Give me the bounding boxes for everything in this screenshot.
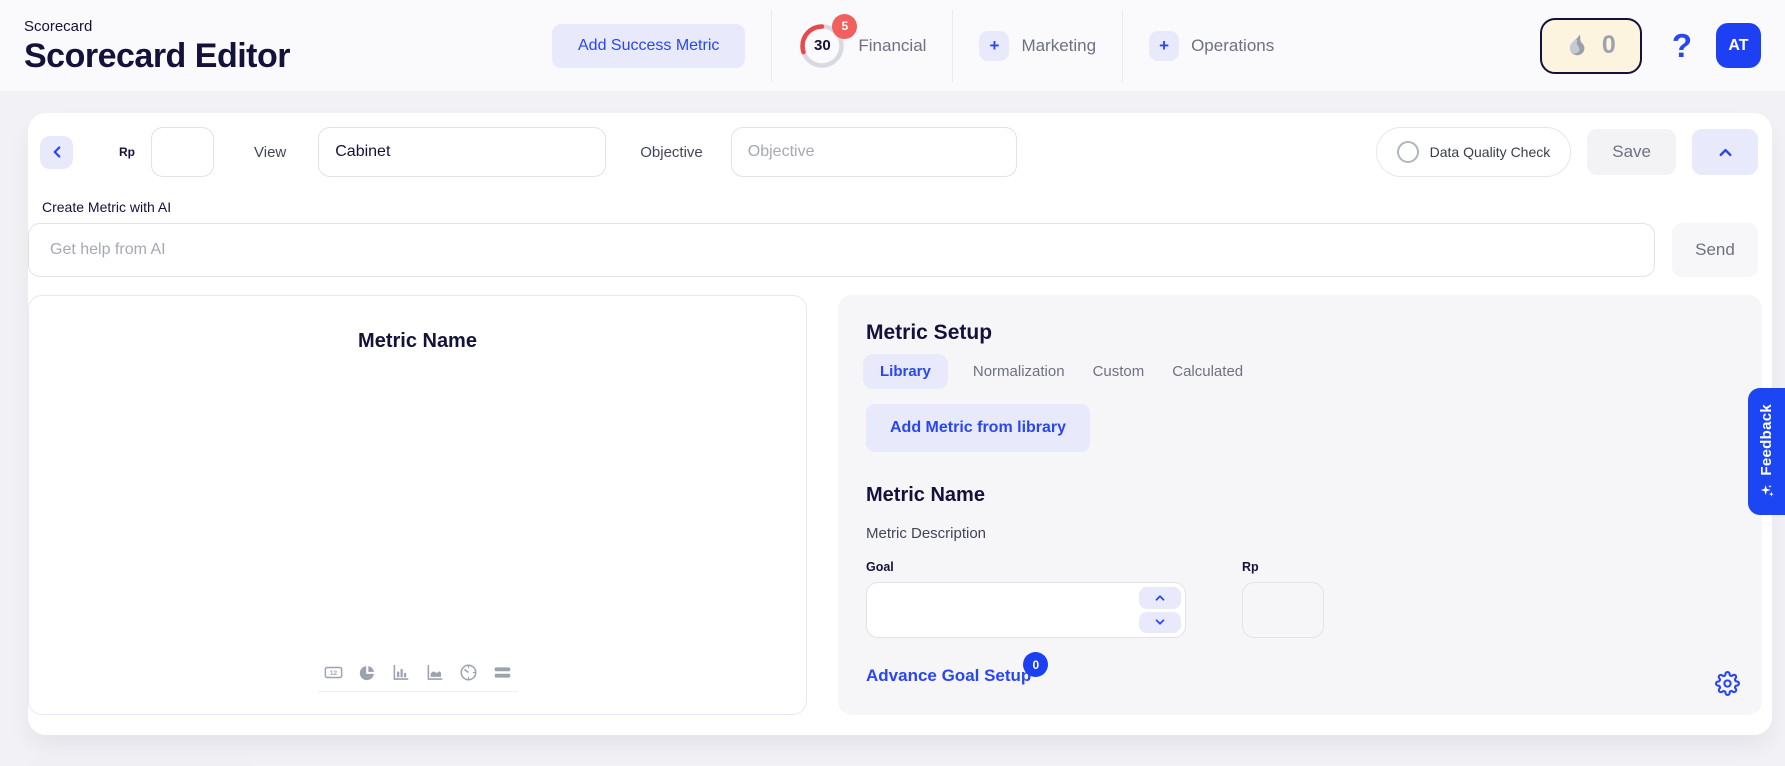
tab-operations-label: Operations	[1191, 36, 1274, 56]
goal-stepper-buttons	[1139, 587, 1181, 633]
content-row: Metric Name 12	[28, 295, 1772, 715]
send-button[interactable]: Send	[1672, 223, 1758, 277]
view-input[interactable]	[318, 127, 606, 177]
sparkles-icon	[1759, 483, 1775, 499]
tab-financial[interactable]: 30 5 Financial	[798, 22, 926, 70]
editor-toolbar: Rp View Objective Data Quality Check Sav…	[28, 113, 1772, 177]
flame-icon	[1566, 32, 1593, 59]
pie-chart-icon[interactable]	[358, 664, 376, 682]
header: Scorecard Scorecard Editor Add Success M…	[0, 0, 1785, 91]
title-block: Scorecard Scorecard Editor	[24, 16, 552, 76]
next-section-card	[28, 757, 254, 766]
goal-increment-button[interactable]	[1139, 587, 1181, 609]
rp-input[interactable]	[151, 127, 214, 177]
help-button[interactable]: ?	[1672, 27, 1692, 65]
metric-preview-title: Metric Name	[29, 330, 806, 353]
tab-custom[interactable]: Custom	[1093, 363, 1145, 380]
advance-goal-setup-label: Advance Goal Setup	[866, 666, 1031, 685]
divider	[771, 10, 772, 82]
tab-operations[interactable]: + Operations	[1149, 31, 1274, 61]
goal-fields-row: Goal	[866, 560, 1734, 638]
gauge-icon[interactable]	[459, 663, 478, 682]
view-label: View	[254, 144, 286, 161]
objective-label: Objective	[640, 144, 703, 161]
stacked-rows-icon[interactable]	[493, 663, 512, 682]
add-marketing-metric-button[interactable]: +	[979, 31, 1009, 61]
rp-label: Rp	[1242, 560, 1324, 574]
tab-financial-label: Financial	[858, 36, 926, 56]
ai-help-input[interactable]	[28, 223, 1655, 277]
metric-name-heading: Metric Name	[866, 484, 1734, 507]
bar-chart-icon[interactable]	[391, 663, 410, 682]
breadcrumb: Scorecard	[24, 18, 552, 35]
metric-preview-card: Metric Name 12	[28, 295, 807, 715]
chevron-up-icon	[1716, 143, 1735, 162]
objective-input[interactable]	[731, 127, 1017, 177]
tab-marketing[interactable]: + Marketing	[979, 31, 1096, 61]
goal-decrement-button[interactable]	[1139, 612, 1181, 634]
area-chart-icon[interactable]	[425, 663, 444, 682]
chevron-down-icon	[1153, 615, 1167, 629]
feedback-tab[interactable]: Feedback	[1748, 388, 1785, 515]
streak-counter[interactable]: 0	[1540, 18, 1642, 74]
tab-normalization[interactable]: Normalization	[973, 363, 1065, 380]
ai-assist-row: Send	[28, 223, 1772, 277]
metric-setup-title: Metric Setup	[866, 321, 1734, 345]
metric-setup-panel: Metric Setup Library Normalization Custo…	[838, 295, 1762, 715]
save-button[interactable]: Save	[1587, 129, 1676, 175]
divider	[318, 691, 518, 692]
financial-alert-badge: 5	[832, 14, 857, 39]
add-success-metric-button[interactable]: Add Success Metric	[552, 24, 745, 68]
data-quality-check-toggle[interactable]: Data Quality Check	[1376, 127, 1572, 177]
page-title: Scorecard Editor	[24, 37, 552, 76]
rp-unit-input[interactable]	[1242, 582, 1324, 638]
rp-label: Rp	[119, 145, 135, 159]
rp-field-group: Rp	[1242, 560, 1324, 638]
advance-goal-badge: 0	[1023, 652, 1048, 677]
tab-calculated[interactable]: Calculated	[1172, 363, 1243, 380]
goal-field-group: Goal	[866, 560, 1186, 638]
scorecard-editor-page: Scorecard Scorecard Editor Add Success M…	[0, 0, 1785, 766]
avatar[interactable]: AT	[1716, 23, 1761, 68]
tab-marketing-label: Marketing	[1021, 36, 1096, 56]
radio-circle-icon[interactable]	[1397, 141, 1419, 163]
collapse-button[interactable]	[1692, 129, 1758, 175]
goal-stepper	[866, 582, 1186, 638]
metric-description-text: Metric Description	[866, 525, 1734, 542]
create-metric-ai-label: Create Metric with AI	[42, 199, 1772, 215]
add-operations-metric-button[interactable]: +	[1149, 31, 1179, 61]
chevron-up-icon	[1153, 591, 1167, 605]
goal-label: Goal	[866, 560, 1186, 574]
add-metric-from-library-button[interactable]: Add Metric from library	[866, 404, 1090, 452]
tab-library[interactable]: Library	[863, 354, 948, 389]
streak-count: 0	[1602, 31, 1616, 60]
feedback-label: Feedback	[1758, 404, 1775, 476]
gear-icon	[1715, 671, 1740, 696]
data-quality-check-label: Data Quality Check	[1430, 144, 1551, 160]
editor-card: Rp View Objective Data Quality Check Sav…	[28, 113, 1772, 735]
financial-score-gauge: 30 5	[798, 22, 846, 70]
divider	[952, 10, 953, 82]
chart-type-picker: 12	[29, 663, 806, 682]
svg-text:12: 12	[329, 670, 337, 677]
metric-setup-tabs: Library Normalization Custom Calculated	[866, 363, 1734, 380]
settings-button[interactable]	[1715, 671, 1740, 699]
number-card-icon[interactable]: 12	[324, 663, 343, 682]
advance-goal-setup-link[interactable]: Advance Goal Setup 0	[866, 666, 1031, 686]
back-button[interactable]	[40, 136, 73, 169]
divider	[1122, 10, 1123, 82]
chevron-left-icon	[48, 143, 66, 161]
goal-input[interactable]	[866, 582, 1186, 638]
